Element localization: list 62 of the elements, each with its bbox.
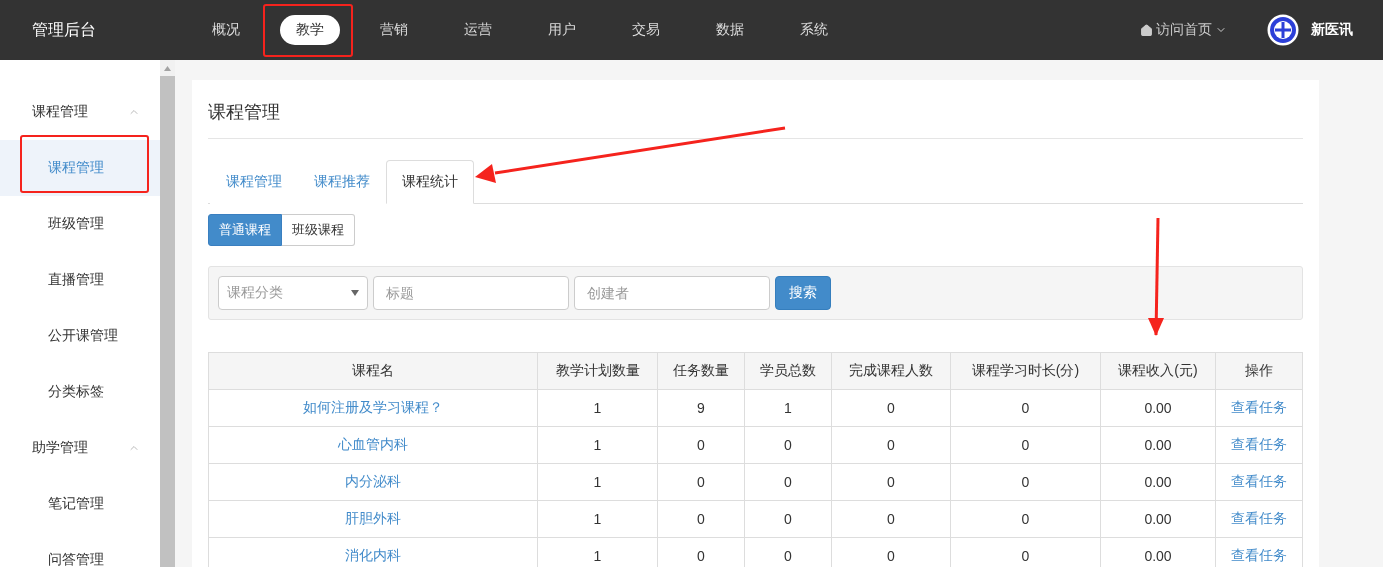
table-cell: 0 [744, 426, 832, 464]
table-cell: 0 [950, 463, 1101, 501]
table-cell: 0.00 [1100, 500, 1216, 538]
nav-tab[interactable]: 交易 [616, 15, 676, 45]
table-cell: 0 [950, 389, 1101, 427]
column-header: 任务数量 [657, 352, 745, 390]
table-cell: 0 [950, 426, 1101, 464]
nav-tab[interactable]: 教学 [280, 15, 340, 45]
sidebar-group[interactable]: 课程管理 [32, 103, 88, 121]
course-link[interactable]: 如何注册及学习课程？ [303, 399, 443, 415]
scrollbar[interactable] [160, 60, 175, 567]
table-cell: 0 [744, 463, 832, 501]
course-link[interactable]: 消化内科 [345, 547, 401, 563]
table-cell: 0 [831, 426, 951, 464]
title-field[interactable]: 标题 [373, 276, 569, 310]
nav-tab[interactable]: 数据 [700, 15, 760, 45]
course-type-button[interactable]: 普通课程 [208, 214, 282, 246]
table-cell: 1 [744, 389, 832, 427]
column-header: 完成课程人数 [831, 352, 951, 390]
table-cell: 1 [537, 389, 658, 427]
nav-tab[interactable]: 系统 [784, 15, 844, 45]
course-type-button[interactable]: 班级课程 [282, 214, 355, 246]
table-cell: 9 [657, 389, 745, 427]
app-title: 管理后台 [32, 19, 97, 40]
table-cell: 0 [657, 500, 745, 538]
column-header: 课程名 [208, 352, 538, 390]
nav-tab[interactable]: 运营 [448, 15, 508, 45]
logo-icon [1267, 14, 1299, 46]
course-link[interactable]: 心血管内科 [338, 436, 408, 452]
user-name[interactable]: 新医讯 [1311, 21, 1353, 39]
creator-field[interactable]: 创建者 [574, 276, 770, 310]
scroll-up-icon[interactable] [164, 65, 171, 71]
nav-tab[interactable]: 概况 [196, 15, 256, 45]
table-cell: 0.00 [1100, 426, 1216, 464]
table-cell: 0 [831, 389, 951, 427]
table-cell: 0.00 [1100, 389, 1216, 427]
table-cell: 0 [950, 500, 1101, 538]
column-header: 课程学习时长(分) [950, 352, 1101, 390]
tab[interactable]: 课程统计 [386, 160, 474, 204]
column-header: 学员总数 [744, 352, 832, 390]
search-button[interactable]: 搜索 [775, 276, 831, 310]
table-cell: 0.00 [1100, 463, 1216, 501]
home-icon [1140, 23, 1153, 37]
nav-tab[interactable]: 用户 [532, 15, 592, 45]
table-cell: 0 [657, 426, 745, 464]
nav-tab[interactable]: 营销 [364, 15, 424, 45]
column-header: 课程收入(元) [1100, 352, 1216, 390]
sidebar-group[interactable]: 助学管理 [32, 439, 88, 457]
course-link[interactable]: 肝胆外科 [345, 510, 401, 526]
page-title: 课程管理 [208, 96, 1303, 139]
column-header: 教学计划数量 [537, 352, 658, 390]
caret-icon [351, 290, 359, 296]
table-cell: 1 [537, 500, 658, 538]
table-cell: 0 [744, 500, 832, 538]
course-link[interactable]: 内分泌科 [345, 473, 401, 489]
table-cell: 0 [831, 463, 951, 501]
table-cell: 1 [537, 463, 658, 501]
table-cell: 1 [537, 426, 658, 464]
table-cell: 0 [831, 500, 951, 538]
column-header: 操作 [1215, 352, 1303, 390]
home-link[interactable]: 访问首页 [1140, 21, 1227, 39]
table-cell: 0 [657, 463, 745, 501]
